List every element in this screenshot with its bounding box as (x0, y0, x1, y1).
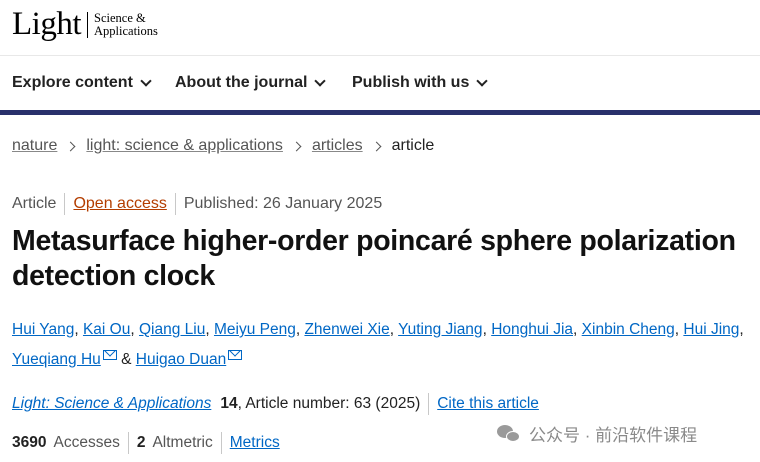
breadcrumb: nature light: science & applications art… (12, 137, 434, 155)
author-link[interactable]: Yueqiang Hu (12, 351, 101, 368)
accesses-label: Accesses (53, 434, 120, 451)
chevron-right-icon (291, 141, 302, 151)
metrics-link[interactable]: Metrics (230, 434, 280, 452)
author-link[interactable]: Meiyu Peng (214, 321, 296, 338)
article-type: Article (12, 195, 57, 212)
cite-this-article-link[interactable]: Cite this article (437, 395, 539, 413)
author-and: & (121, 351, 132, 368)
chevron-right-icon (65, 141, 76, 151)
divider (428, 393, 430, 415)
logo-wordmark: Light (12, 6, 82, 42)
metrics-row: 3690 Accesses 2 Altmetric Metrics (12, 432, 280, 454)
article-number: , Article number: 63 (2025) (237, 395, 421, 412)
author-link[interactable]: Zhenwei Xie (304, 321, 389, 338)
article-title: Metasurface higher-order poincaré sphere… (12, 225, 736, 292)
journal-link[interactable]: Light: Science & Applications (12, 395, 211, 413)
nav-explore-content[interactable]: Explore content (12, 74, 152, 92)
logo-subtitle: Science & Applications (87, 11, 158, 38)
breadcrumb-nature[interactable]: nature (12, 137, 57, 155)
chevron-down-icon (314, 74, 327, 87)
divider (174, 193, 176, 215)
altmetric-count: 2 (136, 434, 146, 451)
author-link[interactable]: Hui Yang (12, 321, 74, 338)
main-nav: Explore content About the journal Publis… (0, 56, 760, 111)
breadcrumb-current: article (391, 137, 435, 154)
chevron-down-icon (476, 74, 489, 87)
altmetric-label: Altmetric (152, 434, 213, 451)
breadcrumb-journal[interactable]: light: science & applications (86, 137, 283, 155)
divider (127, 432, 129, 454)
chevron-down-icon (140, 74, 152, 87)
nav-publish-with-us[interactable]: Publish with us (352, 74, 489, 92)
wechat-icon (497, 424, 521, 444)
author-link[interactable]: Huigao Duan (136, 351, 226, 368)
author-link[interactable]: Yuting Jiang (398, 321, 482, 338)
nav-about-journal[interactable]: About the journal (175, 74, 327, 92)
wechat-watermark: 公众号 · 前沿软件课程 (497, 421, 697, 446)
author-link[interactable]: Xinbin Cheng (582, 321, 675, 338)
email-icon[interactable] (228, 350, 243, 360)
site-header: Light Science & Applications (0, 0, 760, 56)
watermark-text: 公众号 · 前沿软件课程 (529, 426, 698, 445)
email-icon[interactable] (102, 350, 117, 360)
article-meta: Article Open access Published: 26 Januar… (12, 193, 382, 215)
accesses-count: 3690 (12, 434, 47, 451)
open-access-link[interactable]: Open access (73, 195, 166, 213)
citation-row: Light: Science & Applications 14 , Artic… (12, 393, 539, 415)
published-date: Published: 26 January 2025 (183, 195, 383, 212)
author-link[interactable]: Hui Jing (683, 321, 739, 338)
journal-logo[interactable]: Light Science & Applications (12, 8, 158, 41)
breadcrumb-articles[interactable]: articles (312, 137, 363, 155)
volume: 14 (220, 395, 238, 412)
author-list: Hui Yang, Kai Ou, Qiang Liu, Meiyu Peng,… (12, 321, 744, 368)
chevron-right-icon (371, 141, 382, 151)
author-link[interactable]: Kai Ou (83, 321, 130, 338)
nav-divider-bar (0, 110, 760, 115)
divider (64, 193, 66, 215)
author-link[interactable]: Honghui Jia (491, 321, 573, 338)
divider (220, 432, 222, 454)
author-link[interactable]: Qiang Liu (139, 321, 205, 338)
